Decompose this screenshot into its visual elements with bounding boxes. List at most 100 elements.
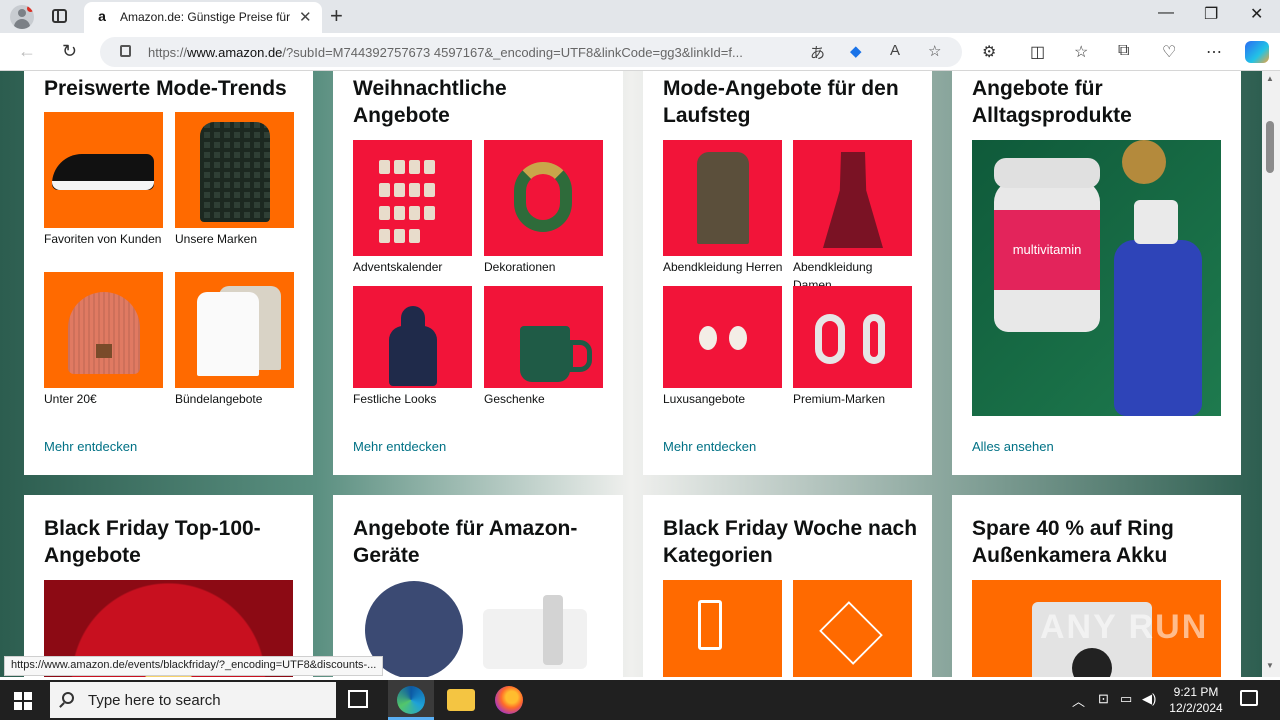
tile-label[interactable]: Premium-Marken — [793, 390, 913, 408]
card-title: Spare 40 % auf Ring Außenkamera Akku — [972, 517, 1174, 567]
tile-festive-looks[interactable]: Festliche Looks — [353, 286, 473, 408]
tile-label[interactable]: Unter 20€ — [44, 390, 164, 408]
more-link[interactable]: Alles ansehen — [972, 439, 1054, 454]
card-amazon-devices: Angebote für Amazon-Geräte — [333, 495, 623, 677]
sweater-image[interactable] — [353, 286, 472, 388]
collections-icon[interactable]: ⧉ — [1118, 42, 1129, 60]
read-aloud-icon[interactable]: A — [890, 42, 900, 59]
card-title: Weihnachtliche Angebote — [353, 77, 507, 127]
tray-chevron-icon[interactable]: ︿ — [1072, 691, 1085, 710]
tile-label[interactable]: Luxusangebote — [663, 390, 783, 408]
minimize-icon[interactable]: — — [1158, 4, 1174, 22]
advent-calendar-image[interactable] — [353, 140, 472, 256]
scroll-up-icon[interactable]: ▲ — [1266, 74, 1274, 83]
close-tab-icon[interactable]: ✕ — [299, 8, 312, 26]
bottle-label: multivitamin — [994, 210, 1100, 290]
copilot-icon[interactable] — [1245, 41, 1269, 63]
tile-under-20[interactable]: Unter 20€ — [44, 272, 164, 408]
profile-avatar-icon[interactable] — [10, 5, 34, 29]
card-black-friday-categories: Black Friday Woche nach Kategorien — [643, 495, 932, 677]
mug-image[interactable] — [484, 286, 603, 388]
everyday-products-image[interactable]: multivitamin — [972, 140, 1221, 416]
firefox-icon[interactable] — [495, 686, 523, 714]
tile-label[interactable]: Geschenke — [484, 390, 604, 408]
tshirt-image[interactable] — [175, 272, 294, 388]
sneaker-image[interactable] — [44, 112, 163, 228]
tile-decorations[interactable]: Dekorationen — [484, 140, 604, 276]
hoop-earrings-image[interactable] — [793, 286, 912, 388]
back-icon[interactable]: ← — [18, 41, 36, 62]
amazon-favicon-icon: a — [94, 9, 110, 25]
more-link[interactable]: Mehr entdecken — [353, 439, 446, 454]
blazer-image[interactable] — [663, 140, 782, 256]
tile-label[interactable]: Unsere Marken — [175, 230, 295, 248]
tile-gifts[interactable]: Geschenke — [484, 286, 604, 408]
page-scrollbar[interactable]: ▲ ▼ — [1262, 71, 1280, 677]
address-toolbar: ← ↻ https://www.amazon.de/?subId=M744392… — [0, 33, 1280, 71]
refresh-icon[interactable]: ↻ — [62, 41, 77, 62]
wreath-image[interactable] — [484, 140, 603, 256]
tile-luxury-deals[interactable]: Luxusangebote — [663, 286, 783, 408]
new-tab-icon[interactable]: + — [330, 3, 343, 29]
amazon-devices-image[interactable] — [333, 495, 623, 677]
tile-label[interactable]: Adventskalender — [353, 258, 473, 276]
restore-icon[interactable]: ❐ — [1204, 4, 1218, 24]
shirt-image[interactable] — [175, 112, 294, 228]
toy-blocks-icon[interactable] — [793, 580, 912, 677]
favorites-icon[interactable]: ☆ — [1074, 42, 1088, 62]
tray-device-icon[interactable]: ⊡ — [1098, 691, 1109, 707]
tile-label[interactable]: Dekorationen — [484, 258, 604, 276]
tile-customer-favorites[interactable]: Favoriten von Kunden — [44, 112, 164, 248]
taskbar-search[interactable]: Type here to search — [50, 682, 336, 718]
earrings-image[interactable] — [663, 286, 782, 388]
card-title: Angebote für Alltagsprodukte — [972, 77, 1132, 127]
file-explorer-icon[interactable] — [447, 689, 475, 711]
tab-strip: a Amazon.de: Günstige Preise für E ✕ + —… — [0, 0, 1280, 33]
translate-icon[interactable]: あ — [810, 42, 825, 63]
task-view-icon[interactable] — [348, 690, 368, 708]
scroll-down-icon[interactable]: ▼ — [1266, 661, 1274, 670]
tile-beauty-category[interactable] — [663, 580, 782, 677]
status-url: https://www.amazon.de/events/blackfriday… — [4, 656, 384, 676]
more-link[interactable]: Mehr entdecken — [44, 439, 137, 454]
more-menu-icon[interactable]: ⋯ — [1206, 42, 1222, 62]
clock-date: 12/2/2024 — [1169, 701, 1223, 715]
tile-toys-category[interactable] — [793, 580, 912, 677]
volume-icon[interactable]: ◀) — [1142, 691, 1156, 707]
lipstick-icon[interactable] — [663, 580, 782, 677]
shopping-tag-icon[interactable]: ◆ — [850, 42, 862, 60]
close-window-icon[interactable]: ✕ — [1250, 4, 1263, 24]
tile-label[interactable]: Abendkleidung Herren — [663, 258, 783, 276]
tile-women-evening-wear[interactable]: Abendkleidung Damen — [793, 140, 913, 294]
search-icon — [62, 692, 74, 704]
network-icon[interactable]: ▭ — [1120, 691, 1132, 707]
card-christmas-deals: Weihnachtliche Angebote Adventskalender … — [333, 71, 623, 475]
windows-start-icon[interactable] — [14, 692, 32, 710]
tile-men-evening-wear[interactable]: Abendkleidung Herren — [663, 140, 783, 276]
tile-bundle-deals[interactable]: Bündelangebote — [175, 272, 295, 408]
edge-icon[interactable] — [397, 686, 425, 714]
browser-essentials-icon[interactable]: ♡ — [1162, 42, 1176, 62]
tab-amazon[interactable]: a Amazon.de: Günstige Preise für E ✕ — [84, 2, 322, 33]
tab-actions-icon[interactable] — [52, 9, 67, 23]
scroll-thumb[interactable] — [1266, 121, 1274, 173]
tile-label[interactable]: Favoriten von Kunden — [44, 230, 164, 248]
dress-image[interactable] — [793, 140, 912, 256]
extensions-icon[interactable]: ⚙ — [982, 42, 996, 62]
lock-icon[interactable] — [120, 45, 131, 57]
beanie-image[interactable] — [44, 272, 163, 388]
more-link[interactable]: Mehr entdecken — [663, 439, 756, 454]
split-screen-icon[interactable]: ◫ — [1030, 42, 1045, 62]
address-field[interactable]: https://www.amazon.de/?subId=M7443927576… — [100, 37, 962, 67]
tile-label[interactable]: Bündelangebote — [175, 390, 295, 408]
tile-premium-brands[interactable]: Premium-Marken — [793, 286, 913, 408]
card-title: Preiswerte Mode-Trends — [44, 77, 287, 100]
favorite-star-icon[interactable]: ☆ — [928, 42, 941, 60]
tile-label[interactable]: Festliche Looks — [353, 390, 473, 408]
tile-our-brands[interactable]: Unsere Marken — [175, 112, 295, 248]
url-text[interactable]: https://www.amazon.de/?subId=M7443927576… — [148, 45, 798, 60]
tile-advent-calendar[interactable]: Adventskalender — [353, 140, 473, 276]
taskbar-clock[interactable]: 9:21 PM 12/2/2024 — [1164, 684, 1228, 716]
taskbar: Type here to search ︿ ⊡ ▭ ◀) 9:21 PM 12/… — [0, 680, 1280, 720]
notification-icon[interactable] — [1240, 690, 1258, 706]
